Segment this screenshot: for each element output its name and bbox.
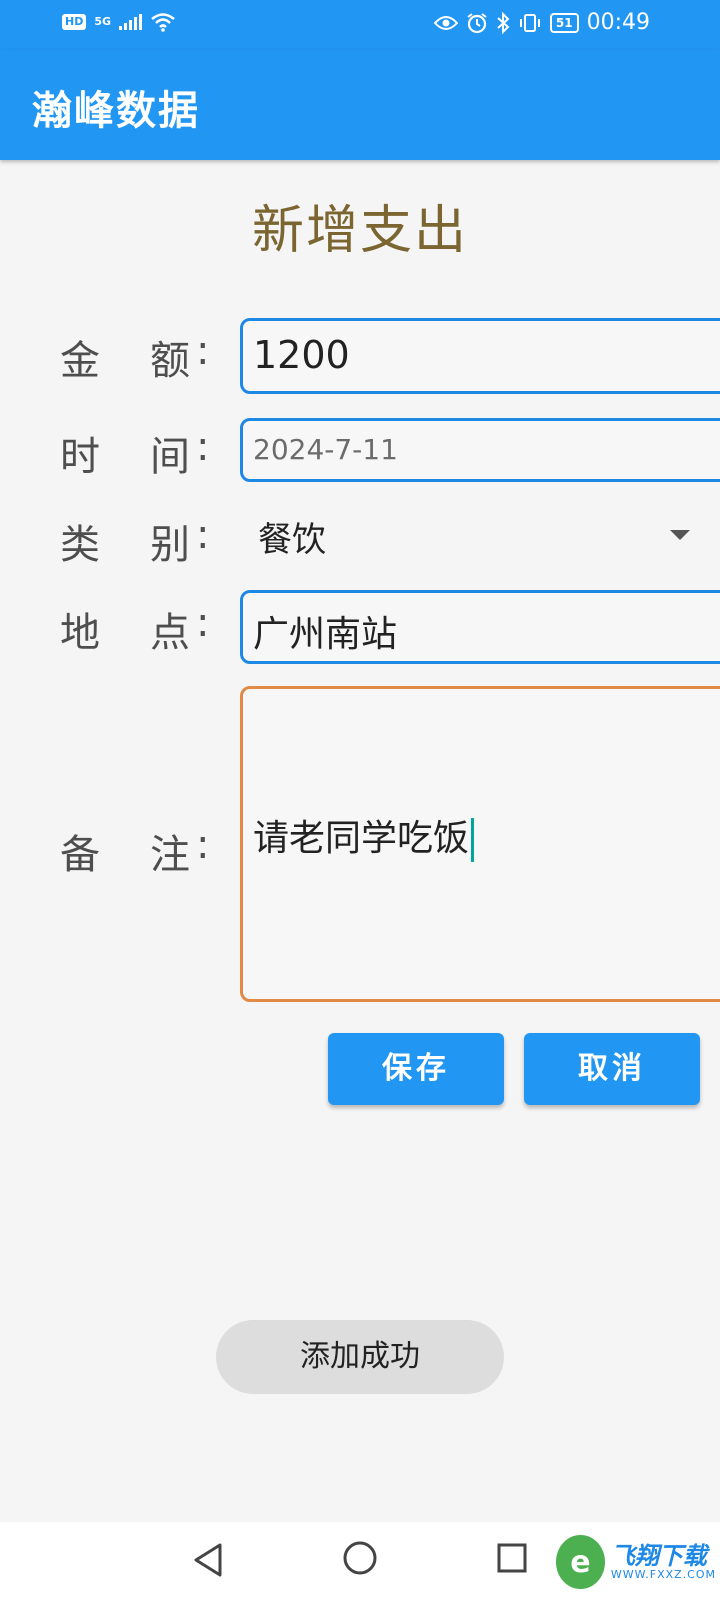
watermark-sub-text: WWW.FXXZ.COM — [610, 1568, 716, 1582]
recent-apps-icon[interactable] — [496, 1542, 528, 1574]
battery-icon: 51 — [549, 12, 579, 33]
time-label-char-1: 时 — [60, 434, 100, 480]
navigation-bar: e 飞翔下载 WWW.FXXZ.COM — [0, 1522, 720, 1600]
status-bar: HD 5G 51 00:49 — [0, 0, 720, 50]
location-value: 广州南站 — [253, 614, 398, 655]
notes-label-colon: : — [196, 822, 210, 868]
category-label-char-1: 类 — [60, 522, 100, 568]
dropdown-arrow-icon — [670, 530, 690, 540]
page-title: 新增支出 — [251, 201, 468, 261]
cancel-button[interactable]: 取消 — [524, 1033, 700, 1105]
amount-input[interactable]: 1200 — [240, 318, 720, 394]
status-right: 51 00:49 — [433, 10, 650, 35]
location-label-colon: : — [196, 600, 210, 646]
watermark-main-text: 飞翔下载 — [610, 1541, 707, 1570]
date-input[interactable]: 2024-7-11 — [240, 418, 720, 482]
eye-icon — [433, 15, 458, 30]
back-icon[interactable] — [192, 1542, 224, 1578]
time-label: 时 间 : — [60, 424, 230, 484]
bluetooth-icon — [497, 11, 510, 34]
category-selected-value: 餐饮 — [258, 520, 326, 560]
category-label-char-2: 别 — [150, 522, 190, 568]
status-left: HD 5G — [62, 12, 176, 32]
text-cursor — [471, 818, 475, 862]
notes-textarea[interactable]: 请老同学吃饭 — [240, 686, 720, 1002]
amount-label-char-2: 额 — [150, 338, 190, 384]
category-label-colon: : — [196, 512, 210, 558]
notes-value-line: 请老同学吃饭 — [253, 809, 475, 862]
watermark-logo: e 飞翔下载 WWW.FXXZ.COM — [556, 1532, 716, 1592]
alarm-icon — [467, 12, 487, 33]
amount-value: 1200 — [253, 333, 350, 377]
time-label-char-2: 间 — [150, 434, 190, 480]
location-label: 地 点 : — [60, 600, 230, 660]
category-label: 类 别 : — [60, 512, 230, 572]
time-label-colon: : — [196, 424, 210, 470]
watermark-logo-icon: e — [556, 1535, 605, 1589]
notes-label-char-2: 注 — [150, 832, 190, 878]
amount-label-char-1: 金 — [60, 338, 100, 384]
clock: 00:49 — [586, 10, 650, 35]
amount-label-colon: : — [196, 328, 210, 374]
home-icon[interactable] — [342, 1540, 378, 1576]
app-bar: 瀚峰数据 — [0, 50, 720, 160]
location-label-char-1: 地 — [60, 610, 100, 656]
date-value: 2024-7-11 — [253, 433, 398, 466]
wifi-icon — [151, 13, 175, 32]
notes-label-char-1: 备 — [60, 832, 100, 878]
notes-value: 请老同学吃饭 — [253, 818, 470, 859]
toast-message: 添加成功 — [216, 1320, 504, 1394]
app-title: 瀚峰数据 — [32, 88, 200, 134]
hd-badge: HD — [62, 14, 87, 30]
notes-label: 备 注 : — [60, 822, 230, 882]
vibrate-icon — [519, 13, 540, 32]
signal-icon — [119, 14, 143, 30]
network-type: 5G — [94, 15, 112, 28]
amount-label: 金 额 : — [60, 328, 230, 388]
save-button[interactable]: 保存 — [328, 1033, 504, 1105]
location-input[interactable]: 广州南站 — [240, 590, 720, 664]
watermark-text: 飞翔下载 WWW.FXXZ.COM — [610, 1541, 716, 1582]
location-label-char-2: 点 — [150, 610, 190, 656]
